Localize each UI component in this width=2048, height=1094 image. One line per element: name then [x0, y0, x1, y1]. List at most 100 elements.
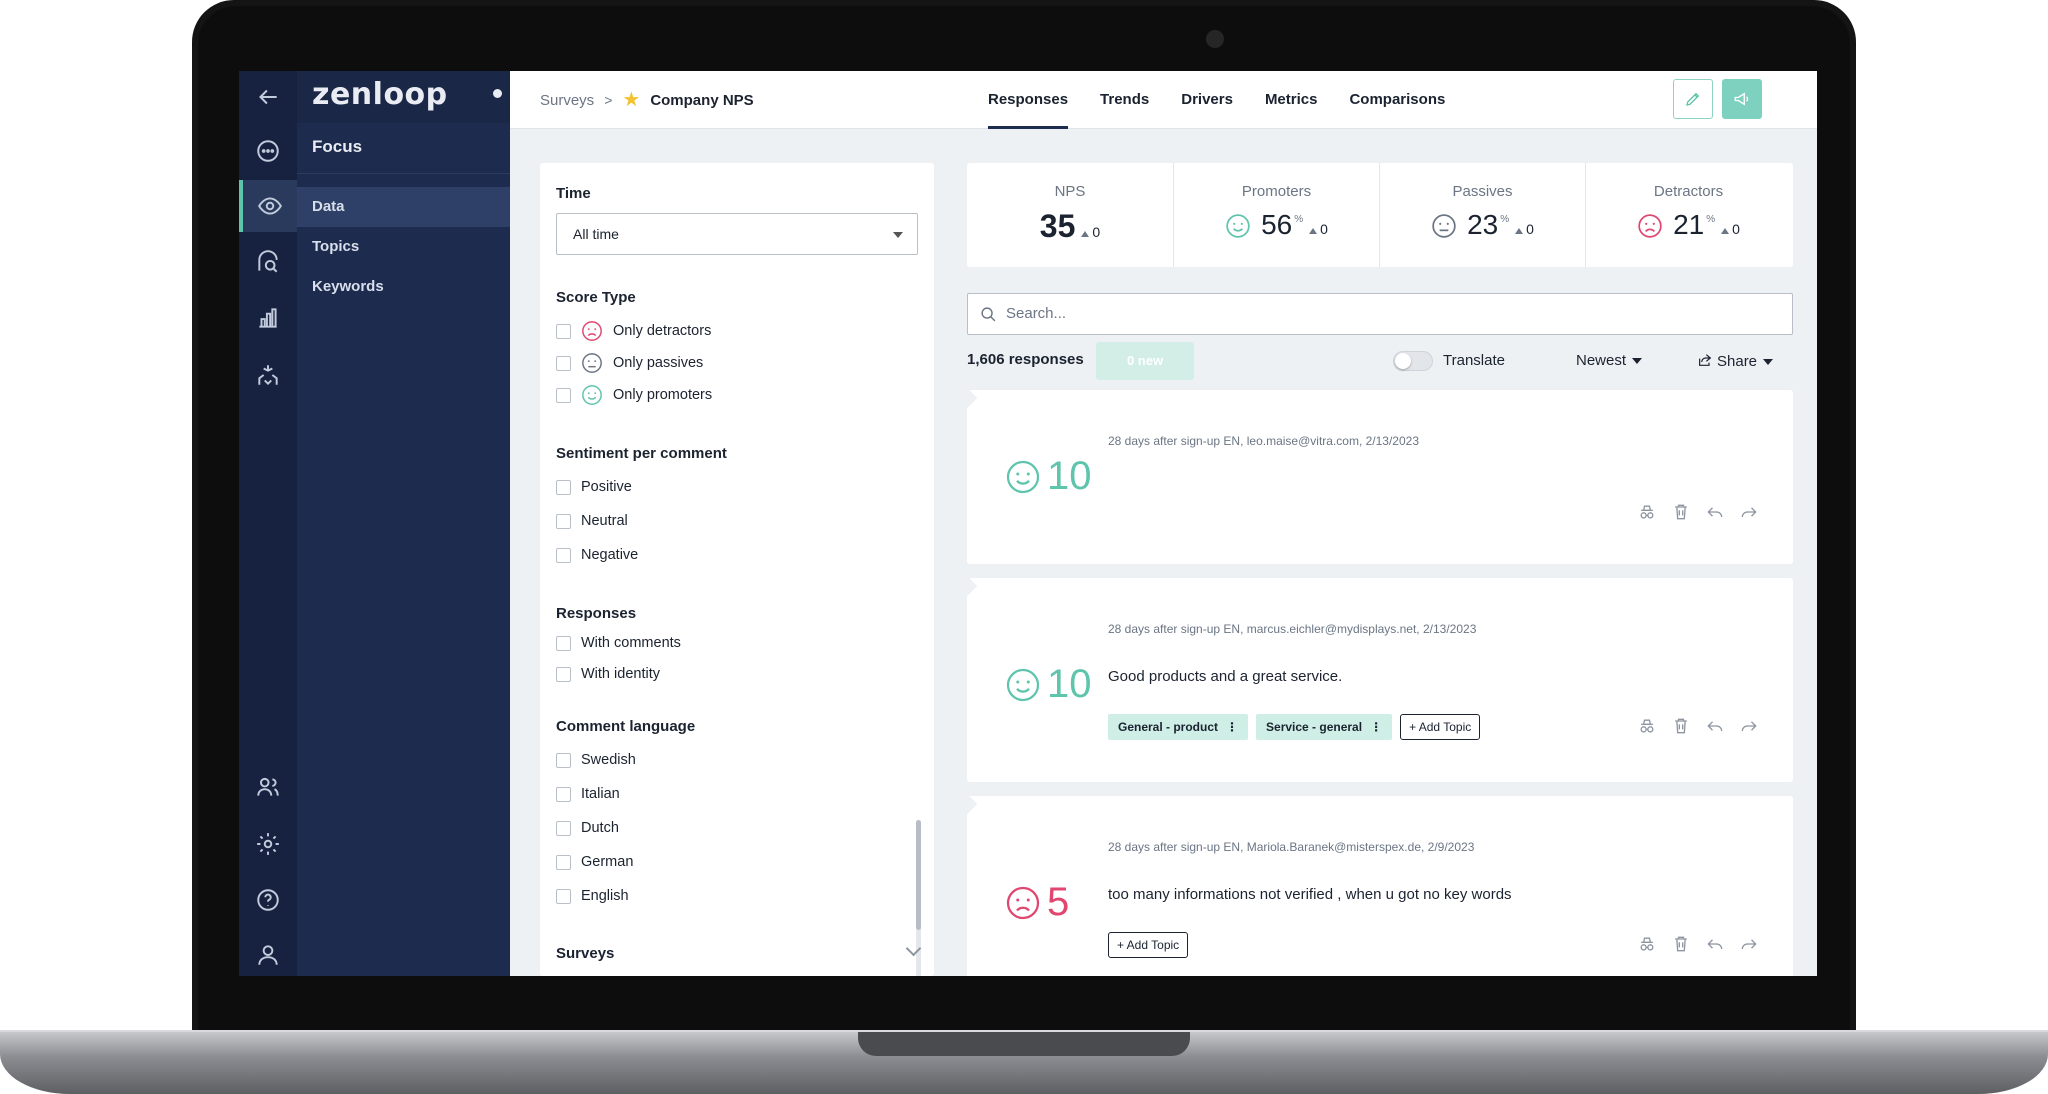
filter-label: Positive	[581, 479, 632, 495]
forward-icon[interactable]	[1739, 934, 1759, 954]
response-card[interactable]: 10 28 days after sign-up EN, marcus.eich…	[967, 578, 1793, 782]
response-score: 10	[1005, 454, 1092, 499]
checkbox[interactable]	[556, 820, 571, 836]
metric-percent: %	[1500, 214, 1510, 225]
filter-lang-english[interactable]: English	[556, 888, 629, 904]
filter-positive[interactable]: Positive	[556, 479, 632, 495]
edit-survey-button[interactable]	[1673, 79, 1713, 119]
trash-icon[interactable]	[1671, 716, 1691, 736]
anonymous-spy-icon[interactable]	[1637, 934, 1657, 954]
care-hands-icon[interactable]	[239, 349, 297, 401]
filter-negative[interactable]: Negative	[556, 547, 638, 563]
checkbox[interactable]	[556, 513, 571, 529]
filter-only-passives[interactable]: Only passives	[556, 352, 703, 374]
focus-eye-icon[interactable]	[239, 180, 297, 232]
more-vertical-icon[interactable]: ⋮	[1370, 720, 1382, 734]
metric-value: 56	[1261, 209, 1293, 240]
help-question-icon[interactable]	[239, 874, 297, 926]
checkbox[interactable]	[556, 479, 571, 495]
checkbox[interactable]	[556, 854, 571, 870]
tab-comparisons[interactable]: Comparisons	[1349, 71, 1445, 129]
share-dropdown[interactable]: Share	[1697, 352, 1774, 370]
metric-delta: 0	[1309, 221, 1328, 237]
checkbox[interactable]	[556, 752, 571, 768]
filter-neutral[interactable]: Neutral	[556, 513, 628, 529]
pencil-icon	[1686, 92, 1700, 106]
checkbox[interactable]	[556, 547, 571, 563]
filter-only-promoters[interactable]: Only promoters	[556, 384, 712, 406]
filter-label: Only passives	[613, 355, 704, 371]
back-arrow-icon[interactable]	[239, 71, 297, 123]
filter-lang-swedish[interactable]: Swedish	[556, 752, 636, 768]
analytics-chart-icon[interactable]	[239, 292, 297, 344]
trash-icon[interactable]	[1671, 934, 1691, 954]
filter-with-identity[interactable]: With identity	[556, 666, 660, 682]
brand-logo-dot	[493, 89, 502, 98]
subnav-title: Focus	[312, 137, 363, 156]
up-triangle-icon	[1515, 228, 1524, 234]
reply-icon[interactable]	[1705, 716, 1725, 736]
tab-responses[interactable]: Responses	[988, 71, 1069, 129]
scrollbar-thumb[interactable]	[916, 820, 921, 930]
neutral-face-icon	[1432, 214, 1456, 238]
topic-tag[interactable]: General - product ⋮	[1108, 714, 1249, 740]
sentiment-label: Sentiment per comment	[556, 445, 727, 462]
checkbox[interactable]	[556, 666, 571, 682]
reply-icon[interactable]	[1705, 502, 1725, 522]
metric-title: Passives	[1452, 183, 1513, 200]
response-card[interactable]: 10 28 days after sign-up EN, leo.maise@v…	[967, 390, 1793, 564]
team-users-icon[interactable]	[239, 761, 297, 813]
filter-lang-german[interactable]: German	[556, 854, 633, 870]
checkbox[interactable]	[556, 355, 571, 371]
subnav-item-topics[interactable]: Topics	[297, 227, 510, 267]
add-topic-button[interactable]: + Add Topic	[1108, 932, 1189, 958]
settings-gear-icon[interactable]	[239, 818, 297, 870]
reply-icon[interactable]	[1705, 934, 1725, 954]
forward-icon[interactable]	[1739, 502, 1759, 522]
filter-label: Only detractors	[613, 323, 712, 339]
tab-metrics[interactable]: Metrics	[1265, 71, 1318, 129]
more-vertical-icon[interactable]: ⋮	[1226, 720, 1238, 734]
topic-tag[interactable]: Service - general ⋮	[1256, 714, 1393, 740]
anonymous-spy-icon[interactable]	[1637, 716, 1657, 736]
checkbox[interactable]	[556, 888, 571, 904]
trash-icon[interactable]	[1671, 502, 1691, 522]
announce-button[interactable]	[1722, 79, 1762, 119]
filter-only-detractors[interactable]: Only detractors	[556, 320, 711, 342]
add-topic-button[interactable]: + Add Topic	[1400, 714, 1481, 740]
translate-toggle[interactable]	[1393, 351, 1433, 371]
response-meta: 28 days after sign-up EN, leo.maise@vitr…	[1108, 434, 1420, 448]
profile-user-icon[interactable]	[239, 929, 297, 976]
checkbox[interactable]	[556, 786, 571, 802]
forward-icon[interactable]	[1739, 716, 1759, 736]
filter-lang-dutch[interactable]: Dutch	[556, 820, 619, 836]
checkbox[interactable]	[556, 635, 571, 651]
breadcrumb-surveys[interactable]: Surveys	[540, 92, 594, 109]
sad-face-icon	[1638, 214, 1662, 238]
search-input[interactable]: Search...	[967, 293, 1793, 335]
insights-search-icon[interactable]	[239, 236, 297, 288]
surveys-label[interactable]: Surveys	[556, 945, 614, 962]
response-score: 10	[1005, 662, 1092, 707]
happy-face-icon	[1006, 460, 1040, 493]
sad-face-icon	[582, 321, 602, 341]
topic-tag-label: Service - general	[1266, 720, 1363, 734]
subnav-item-data[interactable]: Data	[297, 187, 510, 227]
tab-trends[interactable]: Trends	[1100, 71, 1149, 129]
checkbox[interactable]	[556, 387, 571, 403]
response-card[interactable]: 5 28 days after sign-up EN, Mariola.Bara…	[967, 796, 1793, 976]
filter-with-comments[interactable]: With comments	[556, 635, 681, 651]
load-new-button[interactable]: 0 new	[1096, 342, 1194, 380]
tab-drivers[interactable]: Drivers	[1181, 71, 1233, 129]
time-select[interactable]: All time	[556, 213, 918, 255]
anonymous-spy-icon[interactable]	[1637, 502, 1657, 522]
favorite-star-icon[interactable]: ★	[622, 90, 640, 110]
feedback-chat-icon[interactable]	[239, 125, 297, 177]
checkbox[interactable]	[556, 323, 571, 339]
filter-lang-italian[interactable]: Italian	[556, 786, 620, 802]
response-comment: too many informations not verified , whe…	[1108, 886, 1512, 903]
toggle-knob	[1395, 353, 1411, 369]
sort-dropdown[interactable]: Newest	[1576, 352, 1643, 369]
brand-logo[interactable]: zenloop	[312, 77, 448, 112]
subnav-item-keywords[interactable]: Keywords	[297, 267, 510, 307]
